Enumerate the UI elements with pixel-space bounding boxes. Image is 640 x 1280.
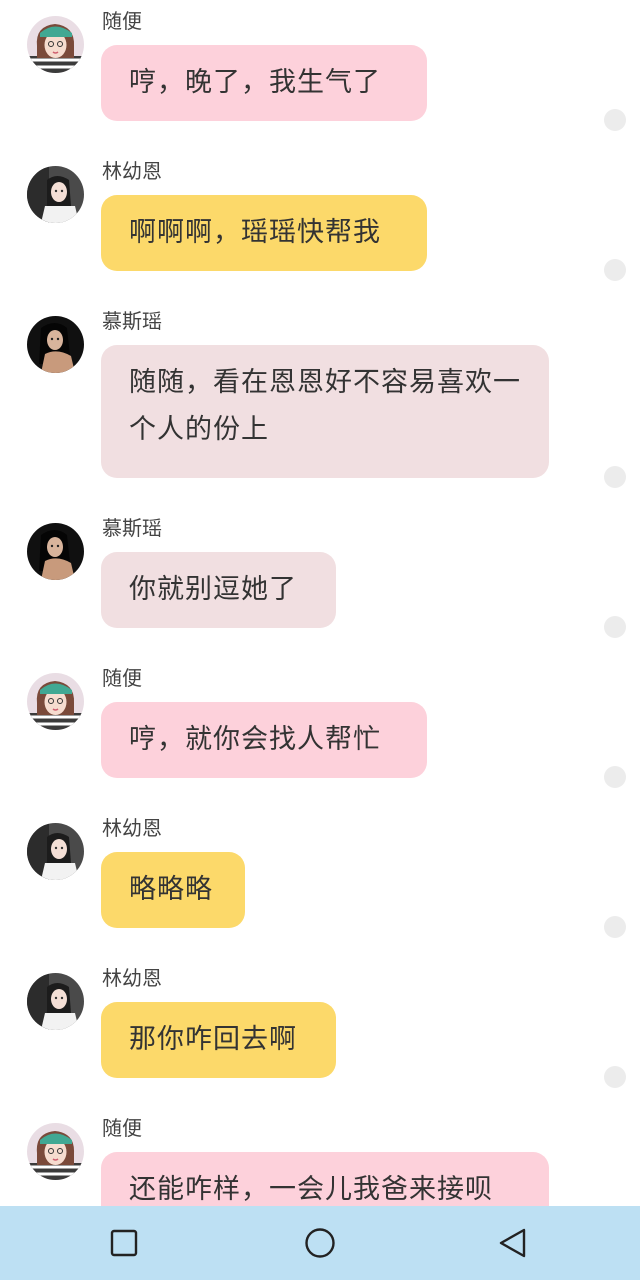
sender-name: 慕斯瑶 [102,516,162,540]
select-radio[interactable] [604,1066,626,1088]
avatar-suibian[interactable] [27,1123,84,1180]
select-radio[interactable] [604,109,626,131]
sender-name: 慕斯瑶 [102,309,162,333]
message-text: 啊啊啊，瑶瑶快帮我 [129,217,381,248]
message-row: 林幼恩 啊啊啊，瑶瑶快帮我 [0,150,640,300]
message-bubble[interactable]: 哼，晚了，我生气了 [101,45,427,121]
navigation-bar [0,1206,640,1280]
chat-list[interactable]: 随便 哼，晚了，我生气了 林幼恩 啊啊啊，瑶瑶快帮我 慕斯瑶 随随，看在恩恩好不… [0,0,640,1206]
message-bubble[interactable]: 你就别逗她了 [101,552,336,628]
avatar-musiyao[interactable] [27,316,84,373]
select-radio[interactable] [604,616,626,638]
triangle-back-icon[interactable] [496,1225,532,1261]
select-radio[interactable] [604,766,626,788]
sender-name: 随便 [102,1116,142,1140]
sender-name: 随便 [102,666,142,690]
message-text: 你就别逗她了 [129,574,297,605]
message-text: 那你咋回去啊 [129,1024,297,1055]
avatar-linyouen[interactable] [27,166,84,223]
select-radio[interactable] [604,259,626,281]
avatar-suibian[interactable] [27,16,84,73]
message-row: 随便 哼，晚了，我生气了 [0,0,640,150]
avatar-musiyao[interactable] [27,523,84,580]
circle-icon[interactable] [302,1225,338,1261]
message-text: 哼，就你会找人帮忙 [129,724,381,755]
avatar-linyouen[interactable] [27,973,84,1030]
message-row: 随便 哼，就你会找人帮忙 [0,657,640,807]
sender-name: 随便 [102,9,142,33]
sender-name: 林幼恩 [102,159,162,183]
message-bubble[interactable]: 哼，就你会找人帮忙 [101,702,427,778]
message-row: 林幼恩 那你咋回去啊 [0,957,640,1107]
message-bubble[interactable]: 啊啊啊，瑶瑶快帮我 [101,195,427,271]
avatar-linyouen[interactable] [27,823,84,880]
sender-name: 林幼恩 [102,966,162,990]
avatar-suibian[interactable] [27,673,84,730]
message-row: 慕斯瑶 随随，看在恩恩好不容易喜欢一个人的份上 [0,300,640,507]
message-text: 随随，看在恩恩好不容易喜欢一个人的份上 [129,367,521,445]
select-radio[interactable] [604,466,626,488]
message-bubble[interactable]: 随随，看在恩恩好不容易喜欢一个人的份上 [101,345,549,478]
message-bubble[interactable]: 略略略 [101,852,245,928]
message-row: 随便 还能咋样，一会儿我爸来接呗 [0,1107,640,1206]
message-row: 林幼恩 略略略 [0,807,640,957]
square-icon[interactable] [106,1225,142,1261]
message-text: 略略略 [129,874,213,905]
select-radio[interactable] [604,916,626,938]
message-text: 还能咋样，一会儿我爸来接呗 [129,1174,493,1205]
message-text: 哼，晚了，我生气了 [129,67,381,98]
message-bubble[interactable]: 还能咋样，一会儿我爸来接呗 [101,1152,549,1206]
sender-name: 林幼恩 [102,816,162,840]
message-bubble[interactable]: 那你咋回去啊 [101,1002,336,1078]
message-row: 慕斯瑶 你就别逗她了 [0,507,640,657]
